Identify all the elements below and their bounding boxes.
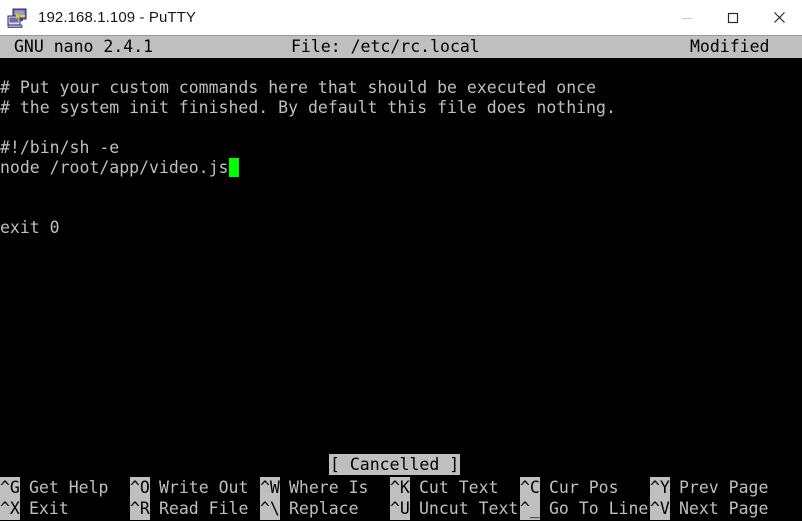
- editor-line-5: node /root/app/video.js: [0, 158, 229, 177]
- putty-computer-icon: [7, 7, 29, 29]
- nano-file-label: File: /etc/rc.local: [291, 37, 480, 56]
- status-message: [ Cancelled ]: [329, 454, 461, 475]
- shortcut-key-replace[interactable]: ^\: [260, 498, 280, 520]
- shortcut-label-replace[interactable]: Replace: [289, 498, 359, 520]
- shortcut-key-uncut-text[interactable]: ^U: [390, 498, 410, 520]
- shortcut-key-cur-pos[interactable]: ^C: [520, 477, 540, 499]
- minimize-icon[interactable]: [664, 0, 710, 35]
- shortcut-label-go-to-line[interactable]: Go To Line: [549, 498, 649, 520]
- shortcut-label-exit[interactable]: Exit: [29, 498, 69, 520]
- editor-line-8: exit 0: [0, 218, 60, 237]
- text-cursor: [229, 158, 239, 177]
- shortcut-key-exit[interactable]: ^X: [0, 498, 20, 520]
- shortcut-key-next-page[interactable]: ^V: [650, 498, 670, 520]
- shortcut-row-2: ^X Exit ^R Read File ^\ Replace ^U Uncut…: [0, 498, 802, 520]
- shortcut-label-write-out[interactable]: Write Out: [159, 477, 249, 499]
- shortcut-row-1: ^G Get Help ^O Write Out ^W Where Is ^K …: [0, 477, 802, 499]
- terminal-screen[interactable]: GNU nano 2.4.1 File: /etc/rc.local Modif…: [0, 36, 802, 521]
- window-controls: [664, 0, 802, 35]
- shortcut-key-go-to-line[interactable]: ^_: [520, 498, 540, 520]
- shortcut-label-cur-pos[interactable]: Cur Pos: [549, 477, 619, 499]
- editor-line-1: # Put your custom commands here that sho…: [0, 78, 597, 97]
- shortcut-key-get-help[interactable]: ^G: [0, 477, 20, 499]
- shortcut-key-read-file[interactable]: ^R: [130, 498, 150, 520]
- window-titlebar[interactable]: 192.168.1.109 - PuTTY: [0, 0, 802, 36]
- nano-modified-flag: Modified: [690, 37, 770, 56]
- putty-window: 192.168.1.109 - PuTTY GNU nano 2.4.1 Fil…: [0, 0, 802, 521]
- shortcut-key-cut-text[interactable]: ^K: [390, 477, 410, 499]
- nano-shortcut-bar: ^G Get Help ^O Write Out ^W Where Is ^K …: [0, 477, 802, 521]
- close-icon[interactable]: [756, 0, 802, 35]
- shortcut-key-write-out[interactable]: ^O: [130, 477, 150, 499]
- shortcut-label-where-is[interactable]: Where Is: [289, 477, 369, 499]
- shortcut-key-prev-page[interactable]: ^Y: [650, 477, 670, 499]
- editor-line-4: #!/bin/sh -e: [0, 138, 120, 157]
- maximize-icon[interactable]: [710, 0, 756, 35]
- nano-header-bar: GNU nano 2.4.1 File: /etc/rc.local Modif…: [0, 36, 802, 58]
- editor-line-2: # the system init finished. By default t…: [0, 98, 616, 117]
- shortcut-label-cut-text[interactable]: Cut Text: [419, 477, 499, 499]
- shortcut-label-get-help[interactable]: Get Help: [29, 477, 109, 499]
- shortcut-label-prev-page[interactable]: Prev Page: [679, 477, 769, 499]
- window-title: 192.168.1.109 - PuTTY: [38, 9, 197, 26]
- shortcut-label-read-file[interactable]: Read File: [159, 498, 249, 520]
- nano-version: GNU nano 2.4.1: [14, 37, 154, 56]
- shortcut-label-uncut-text[interactable]: Uncut Text: [419, 498, 519, 520]
- shortcut-key-where-is[interactable]: ^W: [260, 477, 280, 499]
- shortcut-label-next-page[interactable]: Next Page: [679, 498, 769, 520]
